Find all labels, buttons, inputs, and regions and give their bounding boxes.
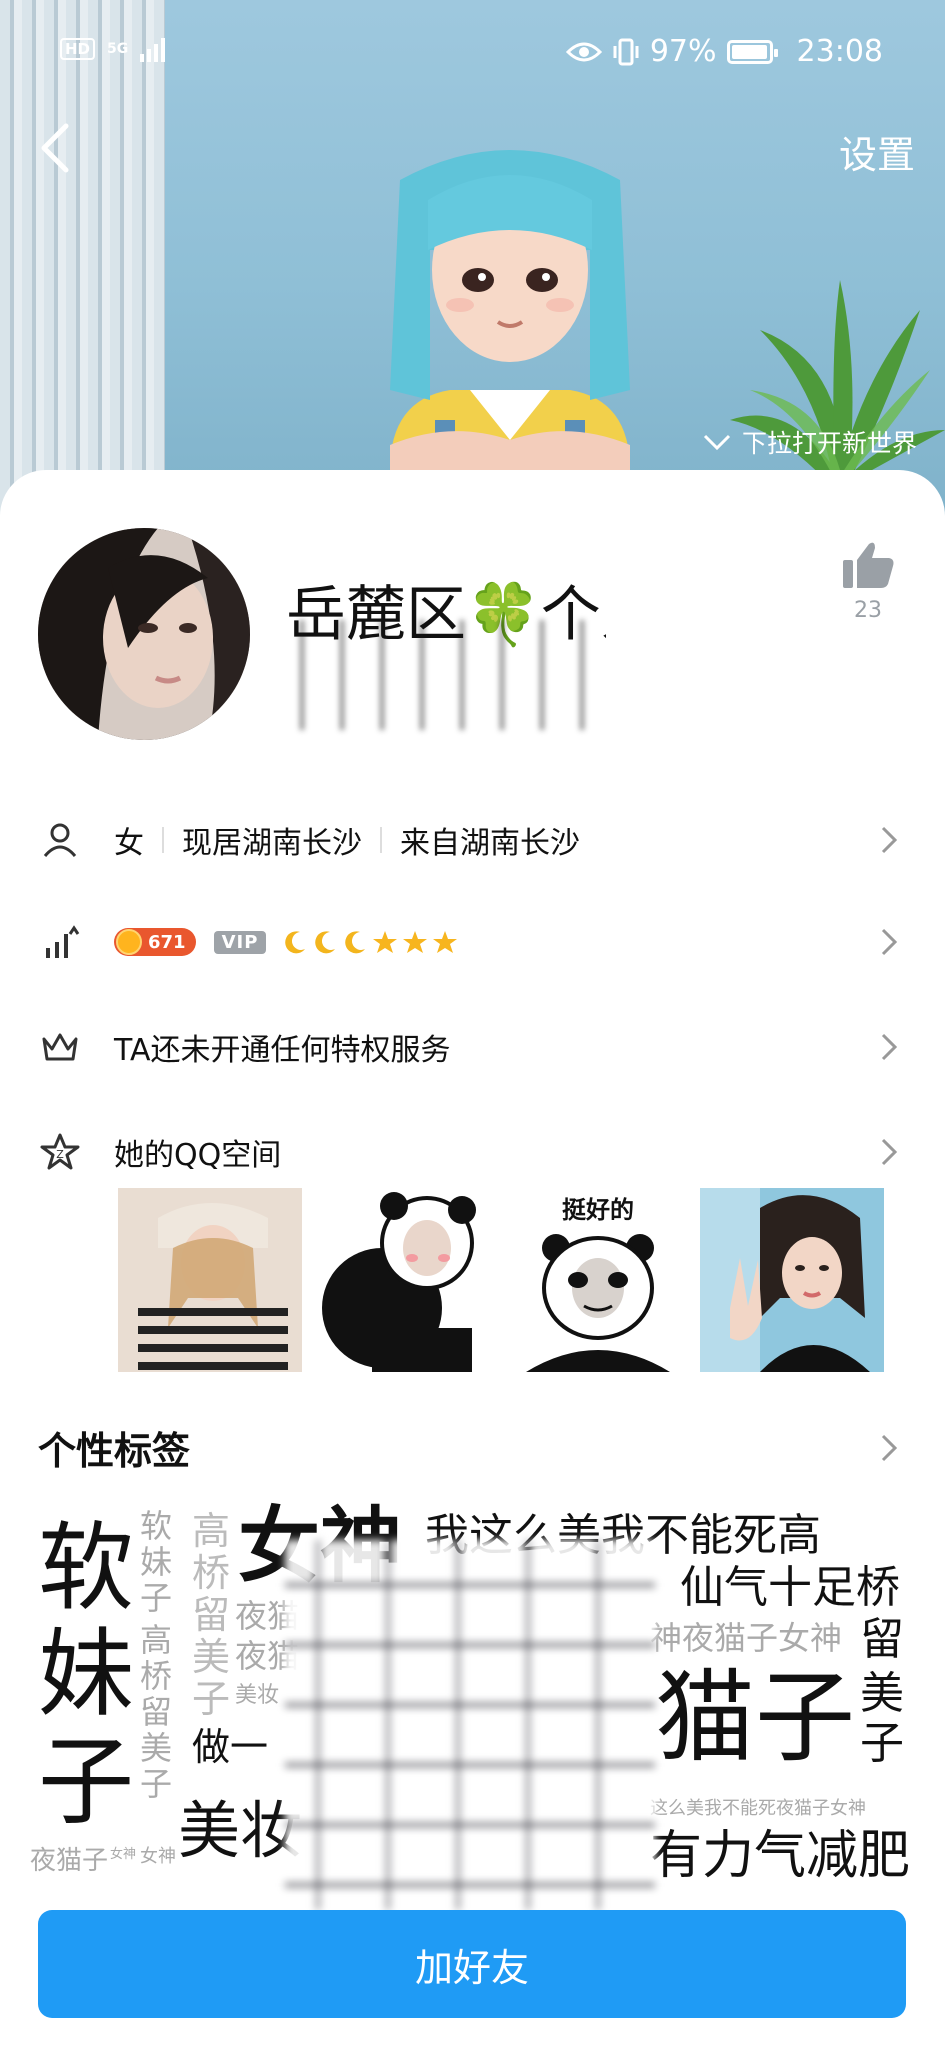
gender-text: 女 [114,826,144,861]
qzone-photo[interactable] [700,1188,884,1372]
pull-hint-text: 下拉打开新世界 [741,429,917,458]
tag: 高 [192,1509,231,1553]
tag: 夜猫子 [30,1846,109,1876]
vibrate-icon [613,38,639,65]
tag: 软 [140,1507,173,1545]
tag: 高 [140,1621,173,1659]
like-button[interactable]: 23 [841,540,895,623]
moon-icon [315,931,336,954]
qzone-photo[interactable] [312,1188,496,1372]
thumbs-up-icon [843,542,894,588]
tag: 子 [140,1579,173,1617]
profile-cover[interactable]: HD 5G 97% 23:08 设置 下拉打开新世界 [0,0,945,520]
status-bar: HD 5G 97% 23:08 [0,30,945,78]
tag: 桥 [140,1657,173,1695]
divider [380,827,382,853]
tag: 子 [38,1726,134,1838]
chevron-right-icon[interactable] [879,1432,899,1464]
tag: 神夜猫子女神 [650,1619,843,1657]
avatar-photo [38,528,250,740]
tag: 女神 [110,1847,137,1862]
privilege-text: TA还未开通任何特权服务 [114,1033,451,1068]
tag: 留 [860,1614,904,1665]
pull-down-hint[interactable]: 下拉打开新世界 [702,424,917,460]
photo-girl-striped [118,1188,302,1372]
like-count: 23 [854,598,882,623]
qzone-text: 她的QQ空间 [114,1138,282,1173]
tag: 有力气减肥 [650,1826,911,1886]
nickname-blur-overlay [286,620,606,730]
photo-panda-meme [312,1188,496,1372]
level-row[interactable]: 671 VIP [0,890,945,994]
eye-comfort-icon [565,42,602,61]
vip-badge: VIP [213,930,267,954]
moon-icon [285,931,306,954]
avatar[interactable] [38,528,250,740]
hometown-text: 来自湖南长沙 [400,826,580,861]
photo-panda-meme-caption: 挺好的 [506,1188,690,1372]
current-location-text: 现居湖南长沙 [182,826,362,861]
cover-cartoon-figure [390,150,630,520]
privilege-row[interactable]: TA还未开通任何特权服务 [0,995,945,1099]
tag: 女神 [140,1846,176,1867]
tag: 桥 [192,1551,231,1595]
photo-girl-peace [700,1188,884,1372]
level-badge: 671 [114,928,196,956]
network-type: 5G [107,41,129,57]
clock: 23:08 [796,34,883,69]
tag: 美 [140,1729,173,1767]
tag: 美妆 [235,1683,280,1708]
battery-icon [726,39,778,64]
tag: 美 [860,1668,904,1719]
battery-percent: 97% [649,34,717,69]
cover-curtain [0,0,165,520]
divider [162,827,164,853]
tag-cloud[interactable]: 软 妹 子 夜猫子 女神 女神 软 妹 子 高 桥 留 美 子 高 桥 留 美 … [30,1500,915,1920]
qzone-photo[interactable]: 挺好的 [506,1188,690,1372]
tag-blur-overlay [285,1540,655,1910]
star-icon [373,931,398,953]
back-arrow-icon[interactable] [34,118,78,178]
person-icon [43,823,77,857]
qzone-photo[interactable] [118,1188,302,1372]
tag: 这么美我不能死夜猫子女神 [650,1798,866,1819]
chevron-down-icon [703,434,731,451]
qzone-photo-strip: 挺好的 [118,1188,884,1372]
moon-icon [345,931,366,954]
tag: 子 [140,1765,173,1803]
tag: 子 [860,1718,904,1769]
coin-icon [116,929,142,955]
star-icon [403,931,428,953]
tag: 做一 [192,1725,269,1769]
add-friend-button[interactable]: 加好友 [38,1910,906,2018]
tag: 留 [140,1693,173,1731]
personal-tags-title: 个性标签 [38,1429,191,1473]
tag: 仙气十足桥 [680,1562,900,1613]
tag: 妹 [140,1543,173,1581]
tag: 妹 [38,1618,134,1730]
settings-button[interactable]: 设置 [839,124,915,179]
star-icon [433,931,458,953]
crown-icon [42,1033,78,1061]
photo-caption: 挺好的 [562,1196,634,1224]
chevron-right-icon [881,1033,898,1061]
tag: 猫子 [655,1659,855,1776]
chevron-right-icon [881,1138,898,1166]
profile-card: 岳麓区🍀个人 23 女 现居湖南长沙 来自湖南长沙 [0,470,945,2048]
level-value: 671 [148,931,186,953]
signal-icon [140,36,166,62]
chevron-right-icon [881,928,898,956]
tag: 美 [192,1635,231,1679]
level-bars-icon [46,925,80,958]
basic-info-row[interactable]: 女 现居湖南长沙 来自湖南长沙 [0,788,945,892]
qzone-star-icon: Z [40,1133,80,1170]
tag: 美妆 [178,1794,303,1867]
tag: 留 [192,1593,231,1637]
tag: 软 [38,1512,134,1624]
svg-text:Z: Z [56,1148,64,1161]
hd-indicator: HD [60,38,96,60]
chevron-right-icon [881,826,898,854]
level-icons [282,929,458,955]
tag: 子 [192,1677,231,1721]
